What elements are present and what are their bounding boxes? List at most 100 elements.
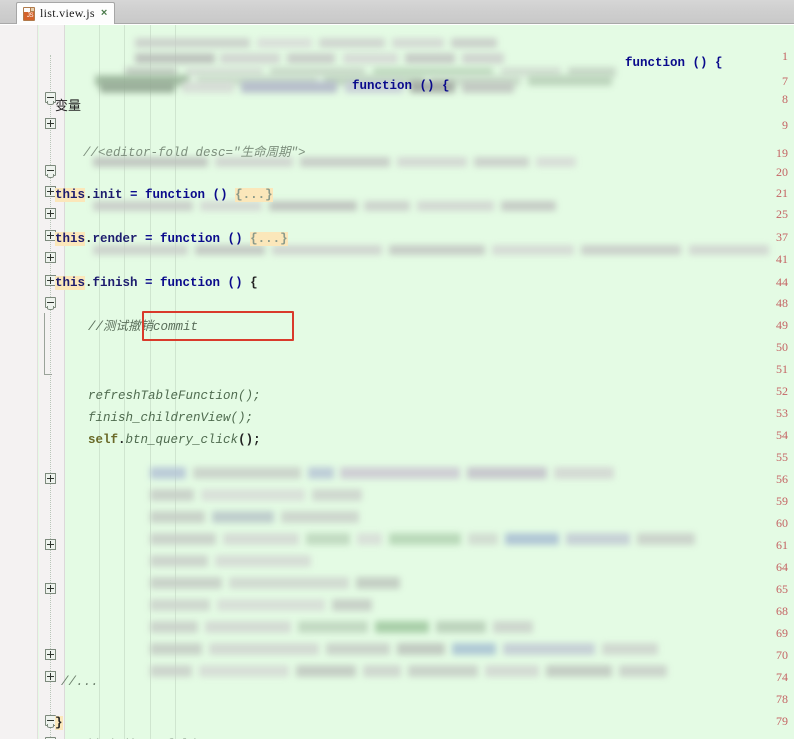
fold-expand-icon[interactable] bbox=[45, 473, 56, 484]
redacted-code-block bbox=[451, 38, 497, 48]
redacted-code-block bbox=[554, 467, 614, 479]
redacted-code-block bbox=[272, 245, 382, 255]
redacted-code-block bbox=[581, 245, 681, 255]
redacted-code-block bbox=[408, 665, 478, 677]
redacted-code-block bbox=[150, 577, 222, 589]
redacted-code-block bbox=[505, 533, 559, 545]
line-number: 54 bbox=[776, 428, 788, 442]
code-editor[interactable]: 1 7 8 9 19 20 21 25 37 41 44 48 49 50 51 52 53 54 55 56 59 60… bbox=[0, 25, 794, 739]
redacted-code-block bbox=[689, 245, 769, 255]
line-number: 21 bbox=[776, 186, 788, 200]
code-line-call-finish-children: finish_childrenView(); bbox=[88, 411, 254, 425]
line-number: 52 bbox=[776, 384, 788, 398]
redacted-code-block bbox=[501, 201, 556, 211]
redacted-code-block bbox=[546, 665, 612, 677]
redacted-code-block bbox=[150, 467, 186, 479]
redacted-code-block bbox=[375, 621, 429, 633]
redacted-code-block bbox=[319, 38, 385, 48]
redacted-code-block bbox=[209, 643, 319, 655]
fold-expand-icon[interactable] bbox=[45, 671, 56, 682]
code-line-close-brace: } bbox=[55, 716, 63, 730]
line-number: 51 bbox=[776, 362, 788, 376]
fold-expand-icon[interactable] bbox=[45, 208, 56, 219]
fold-connector-line bbox=[50, 55, 51, 739]
redacted-code-block bbox=[566, 533, 630, 545]
redacted-code-block bbox=[298, 621, 368, 633]
redacted-code-block bbox=[637, 533, 695, 545]
line-number: 56 bbox=[776, 472, 788, 486]
line-number: 79 bbox=[776, 714, 788, 728]
redacted-code-block bbox=[363, 665, 401, 677]
js-file-icon: JS bbox=[23, 6, 35, 21]
line-number: 19 bbox=[776, 146, 788, 160]
line-number: 9 bbox=[782, 118, 788, 132]
redacted-code-block bbox=[389, 245, 485, 255]
redacted-code-block bbox=[392, 38, 444, 48]
line-number: 65 bbox=[776, 582, 788, 596]
redacted-code-block bbox=[405, 53, 455, 64]
fold-expand-icon[interactable] bbox=[45, 539, 56, 550]
collapsed-fold-placeholder[interactable]: //... bbox=[61, 673, 99, 691]
tab-list-view-js[interactable]: JS list.view.js × bbox=[16, 2, 116, 24]
redacted-code-block bbox=[357, 533, 382, 545]
close-icon[interactable]: × bbox=[100, 8, 107, 19]
redacted-code-block bbox=[308, 467, 334, 479]
redacted-code-block bbox=[602, 643, 658, 655]
redacted-code-block bbox=[340, 467, 460, 479]
redacted-code-block bbox=[296, 665, 356, 677]
indent-guide bbox=[124, 25, 125, 739]
redacted-code-block bbox=[528, 75, 612, 86]
line-number: 37 bbox=[776, 230, 788, 244]
fold-expand-icon[interactable] bbox=[45, 583, 56, 594]
code-line-editor-fold-open: //<editor-fold desc="生命周期"> bbox=[83, 146, 306, 160]
redacted-code-block bbox=[389, 533, 461, 545]
redacted-code-block bbox=[212, 511, 274, 523]
redacted-code-block bbox=[217, 599, 325, 611]
redacted-code-block bbox=[135, 38, 250, 48]
code-line-this-render: this.render = function () {...} bbox=[55, 232, 288, 246]
fold-expand-icon[interactable] bbox=[45, 118, 56, 129]
redacted-code-block bbox=[397, 643, 445, 655]
redacted-code-block bbox=[536, 157, 576, 167]
redacted-code-block bbox=[241, 81, 337, 93]
redacted-code-block bbox=[436, 621, 486, 633]
redacted-code-block bbox=[312, 489, 362, 501]
fold-collapse-icon[interactable] bbox=[45, 297, 56, 310]
redacted-code-block bbox=[150, 511, 205, 523]
fold-expand-icon[interactable] bbox=[45, 252, 56, 263]
code-line-annotated-comment: //测试撤销commit bbox=[88, 320, 199, 334]
js-file-icon-label: JS bbox=[24, 11, 34, 20]
redacted-code-block bbox=[150, 643, 202, 655]
fold-collapse-icon[interactable] bbox=[45, 165, 56, 178]
line-number: 69 bbox=[776, 626, 788, 640]
line-number: 1 bbox=[782, 49, 788, 63]
redacted-code-block bbox=[257, 38, 312, 48]
code-line-this-init: this.init = function () {...} bbox=[55, 188, 273, 202]
code-folding-gutter[interactable] bbox=[39, 25, 64, 739]
code-line-variable-cjk: 变量 bbox=[55, 99, 82, 114]
redacted-code-block bbox=[356, 577, 400, 589]
line-number: 8 bbox=[782, 92, 788, 106]
redacted-code-block bbox=[462, 81, 514, 93]
redacted-code-block bbox=[150, 599, 210, 611]
redacted-code-block bbox=[306, 533, 350, 545]
line-number: 44 bbox=[776, 275, 788, 289]
redacted-code-block bbox=[474, 157, 529, 167]
redacted-code-block bbox=[300, 157, 390, 167]
redacted-code-block bbox=[452, 643, 496, 655]
redacted-code-block bbox=[269, 201, 357, 211]
line-number: 61 bbox=[776, 538, 788, 552]
redacted-code-block bbox=[215, 555, 311, 567]
redacted-code-block bbox=[417, 201, 494, 211]
code-line-call-refresh: refreshTableFunction(); bbox=[88, 389, 261, 403]
line-number: 59 bbox=[776, 494, 788, 508]
redacted-code-block bbox=[150, 555, 208, 567]
redacted-code-block bbox=[326, 643, 390, 655]
redacted-code-block bbox=[100, 81, 175, 93]
redacted-code-block bbox=[199, 665, 289, 677]
line-number: 70 bbox=[776, 648, 788, 662]
redacted-code-block bbox=[397, 157, 467, 167]
redacted-code-block bbox=[150, 489, 194, 501]
fold-expand-icon[interactable] bbox=[45, 649, 56, 660]
code-line-function-open-2: function () { bbox=[352, 79, 450, 93]
